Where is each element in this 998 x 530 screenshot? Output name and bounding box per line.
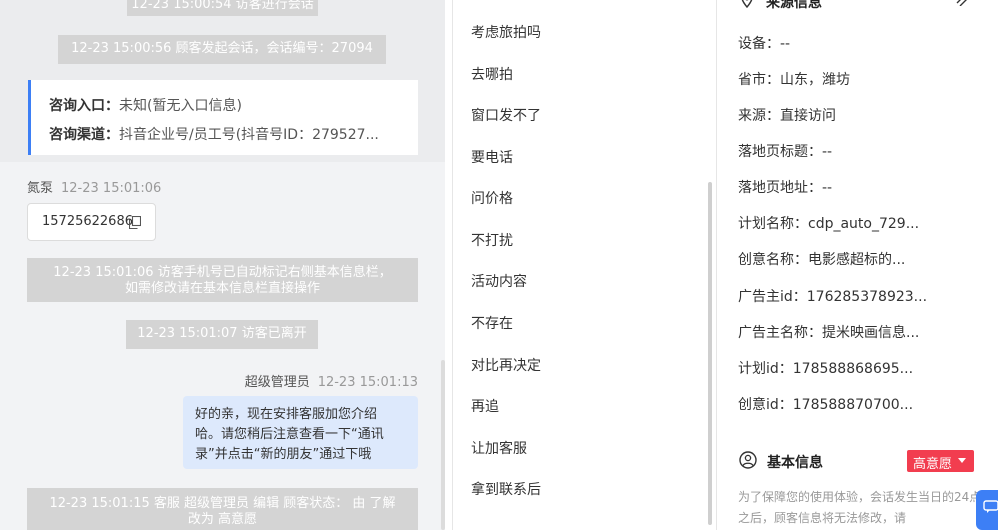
quick-reply-item[interactable]: 要电话 — [471, 147, 513, 167]
intent-status-dropdown[interactable]: 高意愿 — [907, 450, 974, 472]
consult-info-card: 咨询入口：未知(暂无入口信息) 咨询渠道：抖音企业号/员工号(抖音号ID：279… — [28, 80, 418, 155]
source-landing-url: 落地页地址：-- — [738, 180, 833, 196]
quick-reply-item[interactable]: 对比再决定 — [471, 355, 541, 375]
quick-reply-panel: 考虑旅拍吗 去哪拍 窗口发不了 要电话 问价格 不打扰 活动内容 不存在 对比再… — [452, 0, 716, 530]
system-message-status-change: 12-23 15:01:15 客服 超级管理员 编辑 顾客状态： 由 了解 改为… — [27, 488, 418, 530]
workspace: 12-23 15:00:54 访客进行会话 12-23 15:00:56 顾客发… — [0, 0, 998, 530]
quick-reply-item[interactable]: 让加客服 — [471, 438, 527, 458]
chat-scrollbar[interactable] — [441, 360, 445, 530]
edit-icon[interactable] — [955, 0, 971, 6]
quick-reply-scrollbar[interactable] — [708, 182, 712, 525]
visitor-name: 氮泵 — [27, 181, 54, 196]
quick-reply-item[interactable]: 去哪拍 — [471, 64, 513, 84]
agent-time: 12-23 15:01:13 — [317, 375, 418, 390]
phone-message: 15725622686 — [27, 203, 156, 241]
quick-reply-item[interactable]: 不存在 — [471, 313, 513, 333]
quick-reply-item[interactable]: 拿到联系后 — [471, 479, 541, 499]
phone-number: 15725622686 — [42, 214, 133, 229]
caret-down-icon — [958, 458, 966, 463]
floating-chat-button[interactable] — [976, 490, 998, 530]
system-message-session-start: 12-23 15:00:56 顾客发起会话，会话编号：27094 — [58, 35, 386, 64]
consult-entry: 咨询入口：未知(暂无入口信息) — [49, 98, 242, 114]
quick-reply-item[interactable]: 活动内容 — [471, 271, 527, 291]
agent-message-bubble: 好的亲，现在安排客服加您介绍 哈。请您稍后注意查看一下“通讯 录”并点击“新的朋… — [183, 396, 418, 469]
source-plan-id: 计划id：178588868695... — [738, 361, 914, 377]
quick-reply-item[interactable]: 不打扰 — [471, 230, 513, 250]
source-device: 设备：-- — [738, 36, 791, 52]
system-message-phone-marked: 12-23 15:01:06 访客手机号已自动标记右侧基本信息栏， 如需修改请在… — [27, 258, 418, 302]
quick-reply-item[interactable]: 问价格 — [471, 188, 513, 208]
chat-bubble-icon — [983, 500, 998, 513]
copy-icon[interactable] — [129, 216, 141, 229]
source-advertiser-id: 广告主id：176285378923... — [738, 289, 928, 305]
basic-section-title: 基本信息 — [767, 455, 823, 471]
source-landing-title: 落地页标题：-- — [738, 144, 833, 160]
source-advertiser-name: 广告主名称：提米映画信息... — [738, 325, 920, 341]
source-city: 省市：山东，潍坊 — [738, 72, 850, 88]
system-message-top: 12-23 15:00:54 访客进行会话 — [127, 0, 318, 16]
visitor-time: 12-23 15:01:06 — [61, 181, 162, 196]
agent-name: 超级管理员 — [244, 375, 310, 390]
source-creative-id: 创意id：178588870700... — [738, 397, 914, 413]
quick-reply-item[interactable]: 再追 — [471, 396, 499, 416]
basic-info-note: 为了保障您的使用体验，会话发生当日的24点之后，顾客信息将无法修改，请 — [738, 490, 982, 525]
location-icon — [741, 0, 753, 8]
consult-channel: 咨询渠道：抖音企业号/员工号(抖音号ID：279527... — [49, 127, 379, 143]
system-message-visitor-left: 12-23 15:01:07 访客已离开 — [126, 320, 318, 349]
intent-status-label: 高意愿 — [913, 457, 953, 472]
agent-meta: 超级管理员 12-23 15:01:13 — [245, 371, 418, 390]
source-plan-name: 计划名称：cdp_auto_729... — [738, 216, 920, 232]
visitor-meta: 氮泵 12-23 15:01:06 — [27, 177, 161, 196]
quick-reply-item[interactable]: 考虑旅拍吗 — [471, 22, 541, 42]
quick-reply-item[interactable]: 窗口发不了 — [471, 105, 541, 125]
visitor-info-panel: 来源信息 设备：-- 省市：山东，潍坊 来源：直接访问 落地页标题：-- 落地页… — [716, 0, 998, 530]
source-creative-name: 创意名称：电影感超标的... — [738, 252, 906, 268]
source-section-title: 来源信息 — [766, 0, 822, 11]
user-circle-icon — [739, 451, 757, 469]
source-origin: 来源：直接访问 — [738, 108, 836, 124]
chat-panel: 12-23 15:00:54 访客进行会话 12-23 15:00:56 顾客发… — [0, 0, 445, 530]
